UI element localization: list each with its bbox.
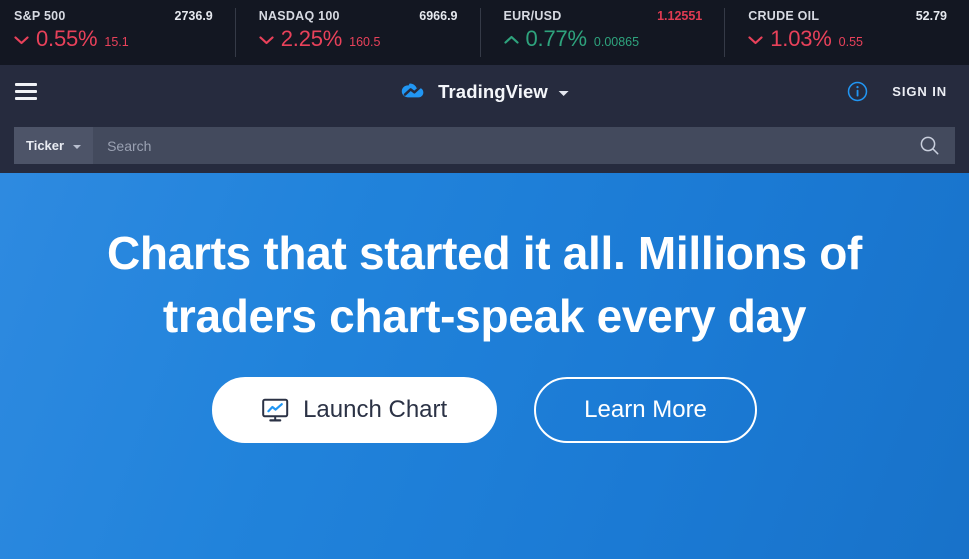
brand-name: TradingView — [438, 80, 548, 102]
ticker-percent: 0.77% — [525, 26, 588, 51]
ticker-symbol: S&P 500 — [14, 9, 66, 23]
launch-chart-label: Launch Chart — [303, 396, 448, 423]
launch-chart-button[interactable]: Launch Chart — [212, 377, 498, 443]
search-filter-dropdown[interactable]: Ticker — [14, 127, 94, 164]
ticker-header: S&P 500 2736.9 — [14, 9, 235, 23]
hamburger-bar — [15, 90, 37, 93]
ticker-price: 6966.9 — [419, 9, 458, 23]
arrow-down-icon — [14, 35, 29, 45]
ticker-percent: 2.25% — [280, 26, 343, 51]
ticker-price: 1.12551 — [657, 9, 703, 23]
tradingview-cloud-logo-icon — [400, 81, 429, 103]
ticker-price: 52.79 — [915, 9, 947, 23]
market-ticker-bar: S&P 500 2736.9 0.55% 15.1 NASDAQ 100 696… — [0, 0, 969, 65]
hamburger-menu-icon[interactable] — [0, 65, 52, 118]
ticker-abs-change: 0.00865 — [593, 35, 640, 49]
ticker-header: EUR/USD 1.12551 — [504, 9, 725, 23]
ticker-change-row: 0.55% 15.1 — [14, 28, 235, 50]
navbar-right-actions: SIGN IN — [847, 81, 969, 102]
ticker-symbol: NASDAQ 100 — [258, 9, 340, 23]
learn-more-button[interactable]: Learn More — [534, 377, 757, 443]
ticker-change-row: 0.77% 0.00865 — [503, 26, 725, 51]
search-bar: Ticker — [14, 127, 955, 164]
monitor-chart-icon — [262, 398, 289, 423]
ticker-item-nasdaq100[interactable]: NASDAQ 100 6966.9 2.25% 160.5 — [234, 0, 480, 65]
learn-more-label: Learn More — [584, 396, 707, 423]
search-bar-container: Ticker — [0, 118, 969, 173]
search-submit-button[interactable] — [903, 127, 955, 164]
hero-section: Charts that started it all. Millions of … — [0, 173, 969, 559]
ticker-percent: 0.55% — [36, 26, 98, 51]
hamburger-bar — [15, 83, 37, 86]
sign-in-button[interactable]: SIGN IN — [892, 84, 947, 99]
ticker-item-sp500[interactable]: S&P 500 2736.9 0.55% 15.1 — [0, 0, 235, 65]
search-icon — [919, 135, 940, 156]
arrow-up-icon — [503, 35, 519, 45]
info-circle-icon[interactable] — [847, 81, 868, 102]
hero-headline: Charts that started it all. Millions of … — [106, 227, 863, 342]
arrow-down-icon — [259, 35, 274, 45]
ticker-change-row: 2.25% 160.5 — [259, 28, 480, 50]
ticker-abs-change: 15.1 — [104, 35, 129, 49]
main-navbar: TradingView SIGN IN — [0, 65, 969, 118]
ticker-symbol: CRUDE OIL — [748, 9, 820, 23]
chevron-down-icon — [73, 144, 82, 149]
ticker-symbol: EUR/USD — [503, 9, 562, 23]
hero-cta-group: Launch Chart Learn More — [212, 377, 757, 443]
ticker-abs-change: 160.5 — [349, 35, 381, 49]
ticker-abs-change: 0.55 — [838, 35, 863, 49]
search-filter-label: Ticker — [26, 138, 65, 153]
hamburger-bar — [15, 97, 37, 100]
ticker-percent: 1.03% — [770, 26, 832, 51]
arrow-down-icon — [748, 35, 763, 45]
tradingview-landing-page: S&P 500 2736.9 0.55% 15.1 NASDAQ 100 696… — [0, 0, 969, 559]
ticker-price: 2736.9 — [174, 9, 213, 23]
chevron-down-icon[interactable] — [558, 90, 569, 96]
ticker-header: NASDAQ 100 6966.9 — [259, 9, 480, 23]
ticker-change-row: 1.03% 0.55 — [748, 28, 969, 50]
ticker-item-eurusd[interactable]: EUR/USD 1.12551 0.77% 0.00865 — [479, 0, 725, 65]
ticker-item-crude-oil[interactable]: CRUDE OIL 52.79 1.03% 0.55 — [724, 0, 969, 65]
search-input[interactable] — [93, 127, 903, 164]
ticker-header: CRUDE OIL 52.79 — [748, 9, 969, 23]
brand-logo-button[interactable]: TradingView — [400, 81, 569, 103]
